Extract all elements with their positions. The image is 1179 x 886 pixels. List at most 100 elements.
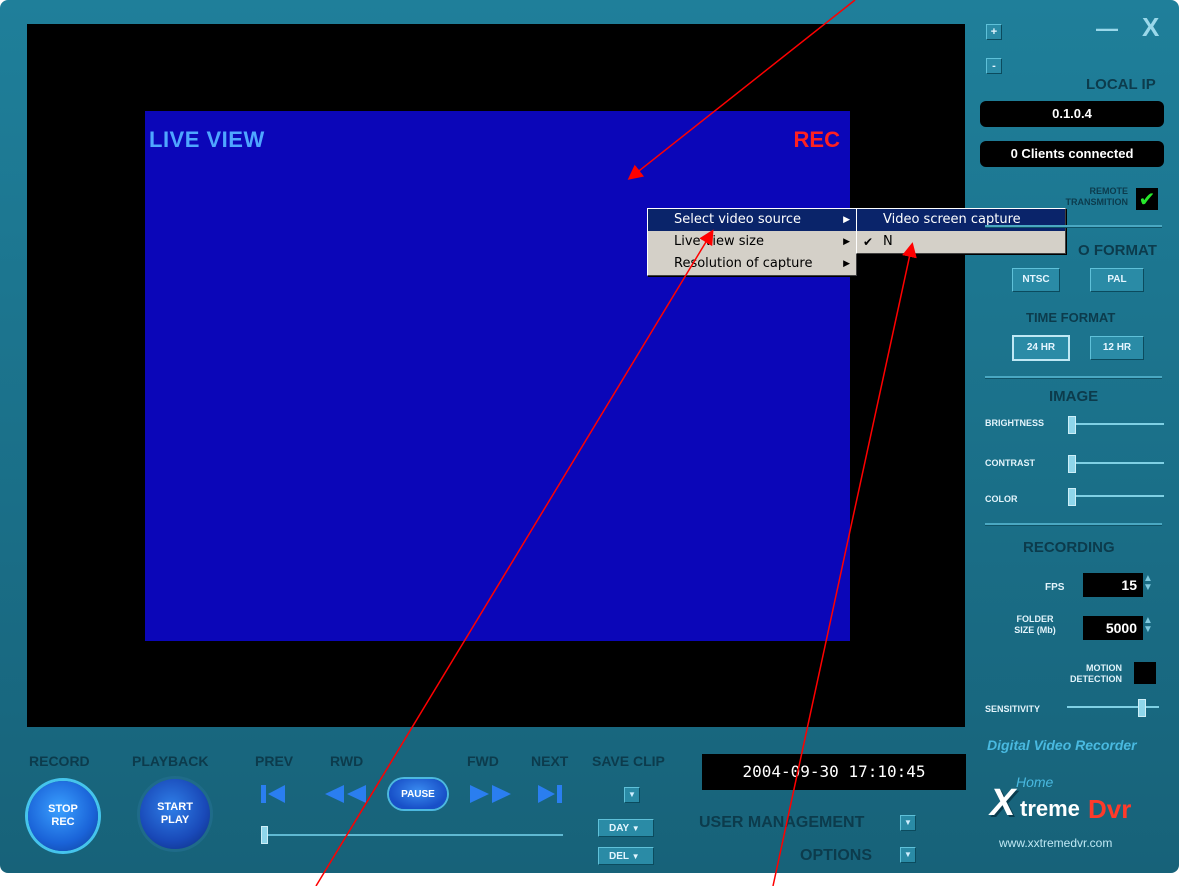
- slider-track: [1068, 423, 1164, 425]
- sensitivity-label: SENSITIVITY: [985, 704, 1041, 714]
- menu-item-label: Live view size: [674, 234, 764, 249]
- motion-label-line1: MOTION: [1086, 663, 1122, 673]
- motion-detection-checkbox[interactable]: [1134, 662, 1156, 684]
- video-format-heading: O FORMAT: [1078, 242, 1157, 259]
- fps-input[interactable]: 15: [1083, 573, 1143, 597]
- prev-icon[interactable]: [259, 783, 287, 805]
- del-dropdown[interactable]: DEL ▼: [598, 847, 654, 865]
- fast-forward-icon[interactable]: [466, 783, 514, 805]
- live-view-screen[interactable]: LIVE VIEW REC: [145, 111, 850, 641]
- xtremedvr-window: LIVE VIEW REC Select video source ▶ Live…: [0, 0, 1179, 873]
- remote-transmition-label: REMOTE TRANSMITION: [1058, 186, 1129, 208]
- slider-track: [261, 834, 563, 836]
- recording-heading: RECORDING: [1023, 539, 1115, 556]
- sensitivity-slider[interactable]: [1067, 699, 1159, 717]
- playback-label: PLAYBACK: [132, 753, 209, 769]
- slider-thumb[interactable]: [261, 826, 268, 844]
- brightness-label: BRIGHTNESS: [985, 418, 1045, 428]
- day-label: DAY: [609, 823, 630, 834]
- menu-item-label: Resolution of capture: [674, 256, 813, 271]
- live-view-label: LIVE VIEW: [149, 127, 265, 152]
- slider-track: [1068, 495, 1164, 497]
- rwd-label: RWD: [330, 753, 364, 769]
- ntsc-button[interactable]: NTSC: [1012, 268, 1060, 292]
- menu-item-resolution-of-capture[interactable]: Resolution of capture ▶: [648, 253, 856, 275]
- folder-size-label: FOLDER SIZE (Mb): [1005, 614, 1065, 636]
- submenu-arrow-icon: ▶: [843, 215, 850, 225]
- zoom-in-button[interactable]: +: [986, 24, 1002, 40]
- next-label: NEXT: [531, 753, 569, 769]
- prev-label: PREV: [255, 753, 294, 769]
- 12hr-button[interactable]: 12 HR: [1090, 336, 1144, 360]
- folder-label-line1: FOLDER: [1016, 614, 1054, 624]
- stop-rec-line1: STOP: [48, 803, 78, 815]
- save-clip-dropdown-button[interactable]: ▼: [624, 787, 640, 803]
- divider: [985, 376, 1162, 379]
- fwd-label: FWD: [467, 753, 499, 769]
- submenu-arrow-icon: ▶: [843, 259, 850, 269]
- color-slider[interactable]: [1068, 488, 1164, 506]
- slider-thumb[interactable]: [1068, 455, 1076, 473]
- folder-size-spinner[interactable]: ▲ ▼: [1143, 616, 1153, 635]
- local-ip-heading: LOCAL IP: [1086, 76, 1156, 93]
- clients-connected-display: 0 Clients connected: [980, 141, 1164, 167]
- website-link[interactable]: www.xxtremedvr.com: [999, 836, 1112, 850]
- brand-logo: Home X treme Dvr: [990, 774, 1165, 834]
- menu-item-label: N: [883, 234, 893, 249]
- rec-indicator: REC: [793, 127, 840, 152]
- next-icon[interactable]: [536, 783, 566, 805]
- remote-label-line1: REMOTE: [1089, 186, 1128, 196]
- menu-item-none[interactable]: ✔ N: [857, 231, 1065, 253]
- record-label: RECORD: [29, 753, 90, 769]
- contrast-label: CONTRAST: [985, 458, 1035, 468]
- brightness-slider[interactable]: [1068, 416, 1164, 434]
- stop-rec-button[interactable]: STOP REC: [28, 781, 98, 851]
- logo-treme: treme: [1020, 796, 1080, 821]
- playback-position-slider[interactable]: [261, 826, 563, 844]
- logo-x: X: [990, 782, 1016, 824]
- slider-thumb[interactable]: [1138, 699, 1146, 717]
- submenu-arrow-icon: ▶: [843, 237, 850, 247]
- brand-tagline: Digital Video Recorder: [987, 737, 1137, 753]
- motion-label-line2: DETECTION: [1069, 674, 1122, 684]
- video-source-submenu: Video screen capture ✔ N: [856, 208, 1066, 254]
- rewind-icon[interactable]: [322, 783, 370, 805]
- context-menu: Select video source ▶ Live view size ▶ R…: [647, 208, 857, 276]
- logo-home: Home: [1016, 774, 1054, 790]
- time-format-heading: TIME FORMAT: [1026, 310, 1116, 325]
- pal-button[interactable]: PAL: [1090, 268, 1144, 292]
- menu-item-select-video-source[interactable]: Select video source ▶: [648, 209, 856, 231]
- remote-transmition-checkbox[interactable]: ✔: [1136, 188, 1158, 210]
- stop-rec-line2: REC: [51, 816, 75, 828]
- minimize-button[interactable]: —: [1096, 16, 1118, 42]
- options-menu[interactable]: OPTIONS: [800, 847, 872, 865]
- user-management-dropdown-button[interactable]: ▼: [900, 815, 916, 831]
- color-label: COLOR: [985, 494, 1018, 504]
- menu-item-label: Select video source: [674, 212, 802, 227]
- save-clip-label: SAVE CLIP: [592, 753, 665, 769]
- 24hr-button[interactable]: 24 HR: [1012, 335, 1070, 361]
- local-ip-display: 0.1.0.4: [980, 101, 1164, 127]
- fps-label: FPS: [1045, 582, 1065, 593]
- remote-label-line2: TRANSMITION: [1065, 197, 1129, 207]
- start-play-button[interactable]: START PLAY: [140, 779, 210, 849]
- folder-size-input[interactable]: 5000: [1083, 616, 1143, 640]
- close-button[interactable]: X: [1142, 12, 1159, 43]
- menu-item-live-view-size[interactable]: Live view size ▶: [648, 231, 856, 253]
- zoom-out-button[interactable]: -: [986, 58, 1002, 74]
- folder-label-line2: SIZE (Mb): [1014, 625, 1056, 635]
- slider-thumb[interactable]: [1068, 488, 1076, 506]
- options-dropdown-button[interactable]: ▼: [900, 847, 916, 863]
- day-dropdown[interactable]: DAY ▼: [598, 819, 654, 837]
- user-management-menu[interactable]: USER MANAGEMENT: [699, 814, 864, 832]
- datetime-display: 2004-09-30 17:10:45: [702, 754, 966, 790]
- contrast-slider[interactable]: [1068, 455, 1164, 473]
- motion-detection-label: MOTION DETECTION: [1052, 663, 1122, 685]
- fps-spinner[interactable]: ▲ ▼: [1143, 574, 1153, 593]
- video-display: LIVE VIEW REC: [27, 24, 965, 727]
- pause-button[interactable]: PAUSE: [389, 779, 447, 809]
- logo-dvr: Dvr: [1088, 794, 1132, 824]
- start-play-line1: START: [157, 801, 193, 813]
- slider-thumb[interactable]: [1068, 416, 1076, 434]
- del-label: DEL: [609, 851, 629, 862]
